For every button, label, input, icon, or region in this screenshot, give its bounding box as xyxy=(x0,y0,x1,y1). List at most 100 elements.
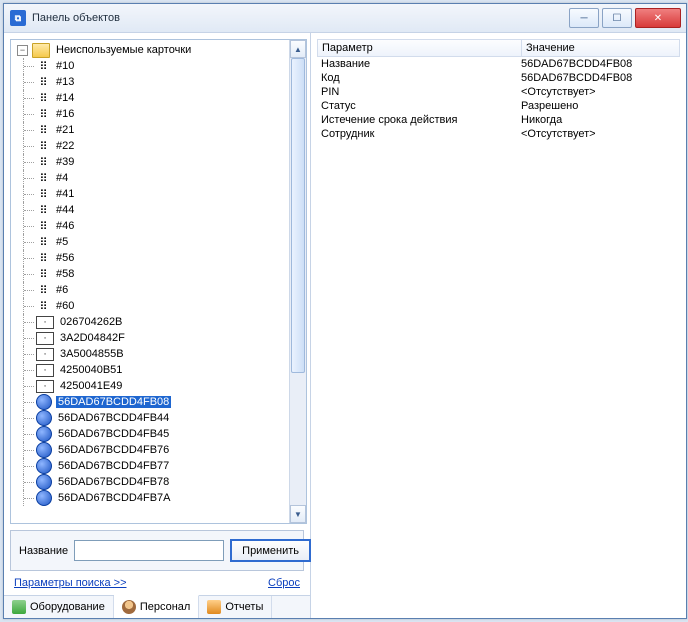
tree-item[interactable]: ⠿ #56 xyxy=(13,250,290,266)
tab-equipment[interactable]: Оборудование xyxy=(4,596,114,618)
tree-item[interactable]: ⠿#21 xyxy=(13,122,290,138)
tree-root[interactable]: − Неиспользуемые карточки xyxy=(13,42,290,58)
grid-cell-param: Код xyxy=(317,72,521,84)
tree-item-label: #4 xyxy=(54,172,70,184)
tree-item-label: #56 xyxy=(54,252,76,264)
tree-item[interactable]: ⠿#6 xyxy=(13,282,290,298)
braille-icon: ⠿ xyxy=(36,92,50,104)
tree-item[interactable]: ◦3A2D04842F xyxy=(13,330,290,346)
tree-item-label: #14 xyxy=(54,92,76,104)
tab-personnel[interactable]: Персонал xyxy=(114,595,200,618)
titlebar[interactable]: ⧉ Панель объектов ─ ☐ ✕ xyxy=(4,4,686,33)
left-pane: − Неиспользуемые карточки ⠿#10⠿#13⠿#14⠿#… xyxy=(4,33,311,618)
grid-cell-param: Сотрудник xyxy=(317,128,521,140)
properties-grid: Параметр Значение Название56DAD67BCDD4FB… xyxy=(317,39,680,612)
tree-item-label: 026704262B xyxy=(58,316,124,328)
tree-item-label: 4250041E49 xyxy=(58,380,124,392)
rect-icon: ◦ xyxy=(36,380,54,393)
rect-icon: ◦ xyxy=(36,316,54,329)
search-input[interactable] xyxy=(74,540,224,561)
tree-item[interactable]: ◦4250040B51 xyxy=(13,362,290,378)
tree-item-label: #13 xyxy=(54,76,76,88)
grid-cell-param: Название xyxy=(317,58,521,70)
braille-icon: ⠿ xyxy=(36,172,50,184)
tree-item[interactable]: ⠿#58 xyxy=(13,266,290,282)
braille-icon: ⠿ xyxy=(36,140,50,152)
tab-equipment-label: Оборудование xyxy=(30,601,105,613)
tree-item[interactable]: ⠿ #16 xyxy=(13,106,290,122)
tree-item[interactable]: ⠿#22 xyxy=(13,138,290,154)
tree-item[interactable]: ◦ 026704262B xyxy=(13,314,290,330)
folder-icon xyxy=(32,43,50,58)
close-button[interactable]: ✕ xyxy=(635,8,681,28)
grid-row[interactable]: Сотрудник<Отсутствует> xyxy=(317,127,680,141)
tree-item-label: 56DAD67BCDD4FB77 xyxy=(56,460,171,472)
grid-cell-param: PIN xyxy=(317,86,521,98)
grid-row[interactable]: PIN<Отсутствует> xyxy=(317,85,680,99)
collapse-icon[interactable]: − xyxy=(17,45,28,56)
app-icon: ⧉ xyxy=(10,10,26,26)
tree-item[interactable]: 56DAD67BCDD4FB78 xyxy=(13,474,290,490)
apply-button[interactable]: Применить xyxy=(230,539,311,562)
rect-icon: ◦ xyxy=(36,348,54,361)
grid-row[interactable]: Код56DAD67BCDD4FB08 xyxy=(317,71,680,85)
scroll-thumb[interactable] xyxy=(291,58,305,373)
grid-header: Параметр Значение xyxy=(317,39,680,57)
grid-cell-value: <Отсутствует> xyxy=(521,86,680,98)
tree-item-label: 56DAD67BCDD4FB76 xyxy=(56,444,171,456)
tree-item[interactable]: ⠿#10 xyxy=(13,58,290,74)
tab-reports[interactable]: Отчеты xyxy=(199,596,272,618)
tree-item[interactable]: ⠿#60 xyxy=(13,298,290,314)
close-icon: ✕ xyxy=(654,13,662,24)
tree-item[interactable]: ⠿#46 xyxy=(13,218,290,234)
tree-item-label: #46 xyxy=(54,220,76,232)
tree-item[interactable]: ⠿#41 xyxy=(13,186,290,202)
braille-icon: ⠿ xyxy=(36,252,50,264)
grid-header-value[interactable]: Значение xyxy=(522,40,679,56)
grid-cell-value: <Отсутствует> xyxy=(521,128,680,140)
key-icon xyxy=(36,394,52,410)
tree-item[interactable]: ⠿ #14 xyxy=(13,90,290,106)
search-reset-link[interactable]: Сброс xyxy=(268,577,300,589)
tree-item[interactable]: ⠿#44 xyxy=(13,202,290,218)
rect-icon: ◦ xyxy=(36,332,54,345)
braille-icon: ⠿ xyxy=(36,204,50,216)
tree-scrollbar[interactable]: ▲ ▼ xyxy=(289,40,306,523)
minimize-button[interactable]: ─ xyxy=(569,8,599,28)
key-icon xyxy=(36,442,52,458)
search-params-link[interactable]: Параметры поиска >> xyxy=(14,577,127,589)
grid-cell-param: Истечение срока действия xyxy=(317,114,521,126)
search-label: Название xyxy=(19,545,68,557)
tree-item[interactable]: 56DAD67BCDD4FB08 xyxy=(13,394,290,410)
braille-icon: ⠿ xyxy=(36,108,50,120)
tree-item[interactable]: ⠿#13 xyxy=(13,74,290,90)
grid-body: Название56DAD67BCDD4FB08Код56DAD67BCDD4F… xyxy=(317,57,680,141)
tree-item[interactable]: 56DAD67BCDD4FB7A xyxy=(13,490,290,506)
scroll-track[interactable] xyxy=(290,58,306,505)
tree-item[interactable]: ⠿#5 xyxy=(13,234,290,250)
grid-cell-param: Статус xyxy=(317,100,521,112)
tree-item[interactable]: ◦ 4250041E49 xyxy=(13,378,290,394)
maximize-button[interactable]: ☐ xyxy=(602,8,632,28)
tree-item[interactable]: 56DAD67BCDD4FB45 xyxy=(13,426,290,442)
braille-icon: ⠿ xyxy=(36,268,50,280)
tree-item[interactable]: 56DAD67BCDD4FB76 xyxy=(13,442,290,458)
key-icon xyxy=(36,458,52,474)
tree-item[interactable]: 56DAD67BCDD4FB44 xyxy=(13,410,290,426)
scroll-down-button[interactable]: ▼ xyxy=(290,505,306,523)
object-tree[interactable]: − Неиспользуемые карточки ⠿#10⠿#13⠿#14⠿#… xyxy=(11,40,290,523)
tree-item[interactable]: 56DAD67BCDD4FB77 xyxy=(13,458,290,474)
tree-root-label: Неиспользуемые карточки xyxy=(54,44,193,56)
braille-icon: ⠿ xyxy=(36,284,50,296)
tree-item-label: #16 xyxy=(54,108,76,120)
tree-item[interactable]: ⠿#39 xyxy=(13,154,290,170)
grid-row[interactable]: СтатусРазрешено xyxy=(317,99,680,113)
tree-item[interactable]: ⠿ #4 xyxy=(13,170,290,186)
grid-row[interactable]: Название56DAD67BCDD4FB08 xyxy=(317,57,680,71)
scroll-up-button[interactable]: ▲ xyxy=(290,40,306,58)
maximize-icon: ☐ xyxy=(613,13,622,24)
tree-item[interactable]: ◦3A5004855B xyxy=(13,346,290,362)
tree-item-label: 56DAD67BCDD4FB44 xyxy=(56,412,171,424)
grid-header-param[interactable]: Параметр xyxy=(318,40,522,56)
grid-row[interactable]: Истечение срока действияНикогда xyxy=(317,113,680,127)
